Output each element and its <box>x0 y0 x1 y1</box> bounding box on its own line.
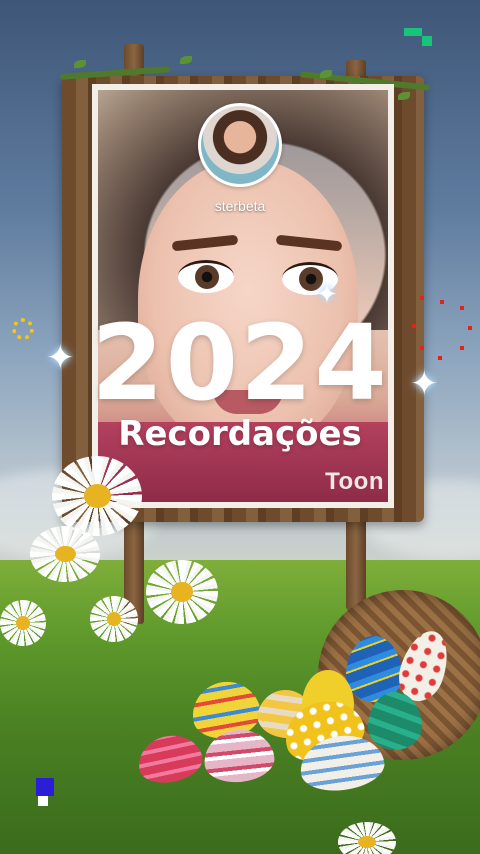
red-dot <box>412 324 416 328</box>
year-title: 2024 <box>91 302 389 424</box>
daisy-flower <box>30 526 100 582</box>
toon-watermark: Toon <box>325 468 384 495</box>
portrait-eye <box>178 260 234 293</box>
red-dot <box>460 346 464 350</box>
daisy-flower <box>0 600 46 646</box>
profile-avatar[interactable] <box>198 103 282 187</box>
profile-username[interactable]: sterbeta <box>140 198 340 214</box>
pixel-decoration <box>422 36 432 46</box>
sparkle-icon: ✦ <box>410 364 439 404</box>
avatar-image <box>201 106 279 184</box>
daisy-flower <box>146 560 218 624</box>
sparkle-icon: ✦ <box>46 338 75 378</box>
sparkle-icon: ✦ <box>316 280 338 310</box>
red-dot <box>420 346 424 350</box>
red-dot <box>438 356 442 360</box>
daisy-flower <box>90 596 138 642</box>
pixel-decoration <box>404 28 422 36</box>
daisy-flower <box>52 456 142 536</box>
story-background: Toon sterbeta 2024 Recordações ✦ ✦ ✦ <box>0 0 480 854</box>
red-dot <box>440 300 444 304</box>
red-dot <box>460 306 464 310</box>
yellow-dot-ring-icon <box>12 318 34 340</box>
pixel-decoration <box>36 778 54 796</box>
red-dot <box>468 326 472 330</box>
memories-subtitle: Recordações <box>118 414 362 454</box>
pixel-decoration <box>38 796 48 806</box>
red-dot <box>420 296 424 300</box>
daisy-flower <box>338 822 396 854</box>
